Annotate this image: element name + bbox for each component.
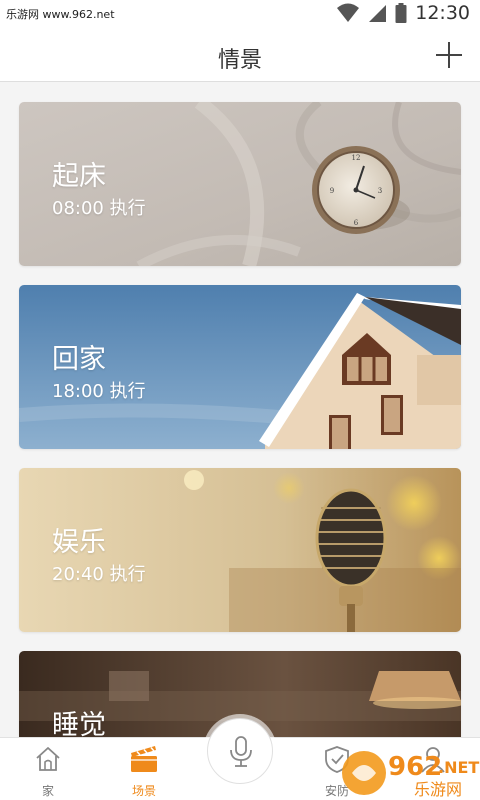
microphone-icon	[230, 736, 252, 767]
svg-text:6: 6	[354, 219, 359, 227]
svg-text:.NET: .NET	[438, 758, 479, 777]
clapperboard-icon	[131, 746, 157, 772]
scene-name: 娱乐	[52, 527, 106, 558]
tab-label: 家	[41, 784, 54, 798]
watermark-text: 乐游网 www.962.net	[6, 8, 115, 21]
scene-card-entertainment[interactable]: 娱乐 20:40 执行	[19, 468, 461, 632]
add-scene-button[interactable]	[434, 40, 464, 70]
tab-scene[interactable]: 场景	[109, 738, 179, 800]
signal-icon	[369, 5, 387, 22]
scene-name: 起床	[52, 161, 106, 192]
tab-label: 场景	[131, 784, 156, 798]
svg-text:乐游网: 乐游网	[414, 780, 462, 799]
scene-time: 08:00 执行	[52, 198, 146, 219]
scenes-screen: 乐游网 www.962.net 12:30 情景 12 3 6 9 起床 08:…	[0, 0, 480, 800]
header: 情景	[0, 28, 480, 82]
status-bar: 乐游网 www.962.net 12:30	[0, 0, 480, 28]
scene-name: 回家	[52, 344, 106, 375]
svg-text:962: 962	[388, 752, 442, 782]
svg-text:12: 12	[352, 154, 361, 162]
wifi-icon	[337, 3, 360, 22]
plus-icon	[436, 42, 462, 68]
tab-home[interactable]: 家	[13, 738, 83, 800]
home-icon	[36, 747, 60, 771]
svg-text:9: 9	[330, 187, 334, 195]
battery-icon	[395, 3, 407, 23]
voice-button[interactable]	[207, 718, 273, 784]
scene-card-go-home[interactable]: 回家 18:00 执行	[19, 285, 461, 449]
scene-time: 20:40 执行	[52, 564, 146, 585]
page-title: 情景	[217, 48, 262, 73]
scene-time: 18:00 执行	[52, 381, 146, 402]
site-watermark-logo: 962 .NET 乐游网	[342, 751, 479, 799]
scene-card-wake-up[interactable]: 12 3 6 9 起床 08:00 执行	[19, 102, 461, 266]
status-time: 12:30	[415, 2, 470, 24]
svg-text:3: 3	[378, 187, 382, 195]
